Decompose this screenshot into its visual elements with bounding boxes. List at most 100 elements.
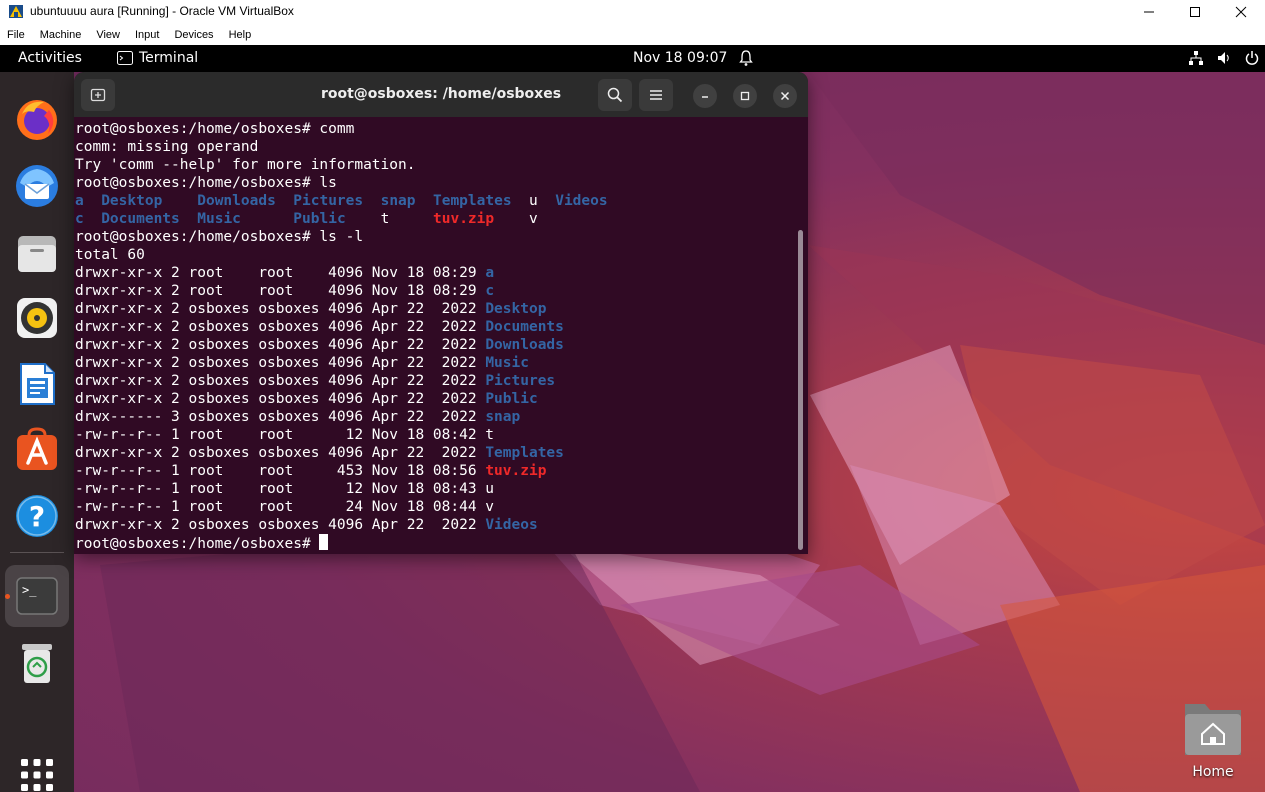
terminal-text: v xyxy=(494,211,538,227)
menu-devices[interactable]: Devices xyxy=(174,29,213,41)
menu-machine[interactable]: Machine xyxy=(40,29,82,41)
directory-name: Desktop xyxy=(101,193,163,209)
terminal-output[interactable]: root@osboxes:/home/osboxes# comm comm: mi… xyxy=(74,117,808,554)
minimize-button[interactable] xyxy=(1126,0,1172,24)
dock-firefox[interactable] xyxy=(13,95,61,143)
terminal-text: drwx------ 3 osboxes osboxes 4096 Apr 22… xyxy=(75,409,486,425)
terminal-text: drwxr-xr-x 2 osboxes osboxes 4096 Apr 22… xyxy=(75,337,486,353)
terminal-text: drwxr-xr-x 2 osboxes osboxes 4096 Apr 22… xyxy=(75,319,486,335)
directory-name: Downloads xyxy=(197,193,276,209)
svg-text:>_: >_ xyxy=(22,583,37,597)
terminal-line: drwx------ 3 osboxes osboxes 4096 Apr 22… xyxy=(75,408,808,426)
terminal-line: drwxr-xr-x 2 osboxes osboxes 4096 Apr 22… xyxy=(75,390,808,408)
terminal-line: comm: missing operand xyxy=(75,138,808,156)
terminal-scrollbar[interactable] xyxy=(798,230,803,550)
terminal-text: -rw-r--r-- 1 root root 12 Nov 18 08:43 u xyxy=(75,481,495,497)
status-area[interactable] xyxy=(1188,50,1260,66)
dock: ? >_ xyxy=(0,72,74,792)
network-icon xyxy=(1189,51,1203,65)
firefox-icon xyxy=(17,100,57,140)
menu-file[interactable]: File xyxy=(7,29,25,41)
terminal-text: comm: missing operand xyxy=(75,139,259,155)
terminal-line: root@osboxes:/home/osboxes# ls -l xyxy=(75,228,808,246)
directory-name: Videos xyxy=(555,193,608,209)
dock-rhythmbox[interactable] xyxy=(13,294,61,342)
terminal-text: -rw-r--r-- 1 root root 453 Nov 18 08:56 xyxy=(75,463,486,479)
terminal-close-button[interactable] xyxy=(773,84,797,108)
terminal-text: drwxr-xr-x 2 osboxes osboxes 4096 Apr 22… xyxy=(75,373,486,389)
desktop-home-folder[interactable]: Home xyxy=(1178,700,1248,780)
terminal-text: u xyxy=(511,193,556,209)
terminal-headerbar[interactable]: root@osboxes: /home/osboxes xyxy=(74,72,808,117)
terminal-line: drwxr-xr-x 2 osboxes osboxes 4096 Apr 22… xyxy=(75,318,808,336)
minimize-icon xyxy=(702,96,708,98)
directory-name: Templates xyxy=(485,445,564,461)
libreoffice-writer-icon xyxy=(20,363,55,405)
dock-files[interactable] xyxy=(13,229,61,277)
search-button[interactable] xyxy=(598,79,632,111)
terminal-line: a Desktop Downloads Pictures snap Templa… xyxy=(75,192,808,210)
new-tab-button[interactable] xyxy=(81,79,115,111)
directory-name: Downloads xyxy=(485,337,564,353)
directory-name: c xyxy=(75,211,84,227)
svg-text:?: ? xyxy=(29,500,45,533)
terminal-icon: >_ xyxy=(16,577,58,615)
close-icon xyxy=(1235,6,1247,18)
dock-terminal[interactable]: >_ xyxy=(13,572,61,620)
notification-bell-icon[interactable] xyxy=(738,49,754,67)
menu-help[interactable]: Help xyxy=(229,29,252,41)
directory-name: a xyxy=(75,193,84,209)
terminal-line: drwxr-xr-x 2 osboxes osboxes 4096 Apr 22… xyxy=(75,336,808,354)
terminal-text: drwxr-xr-x 2 osboxes osboxes 4096 Apr 22… xyxy=(75,355,486,371)
hamburger-menu-button[interactable] xyxy=(639,79,673,111)
directory-name: snap xyxy=(485,409,521,425)
menu-input[interactable]: Input xyxy=(135,29,159,41)
terminal-cursor xyxy=(319,534,329,550)
activities-button[interactable]: Activities xyxy=(18,50,82,66)
directory-name: Pictures xyxy=(485,373,556,389)
window-title: ubuntuuuu aura [Running] - Oracle VM Vir… xyxy=(30,4,294,18)
terminal-line: drwxr-xr-x 2 osboxes osboxes 4096 Apr 22… xyxy=(75,444,808,462)
terminal-line: drwxr-xr-x 2 root root 4096 Nov 18 08:29… xyxy=(75,264,808,282)
hamburger-icon xyxy=(650,90,662,100)
show-apps-icon[interactable] xyxy=(19,757,55,792)
terminal-small-icon xyxy=(117,51,133,65)
dock-thunderbird[interactable] xyxy=(13,162,61,210)
directory-name: Desktop xyxy=(485,301,547,317)
minimize-icon xyxy=(1144,11,1154,13)
guest-screen: Activities Terminal Nov 18 09:07 ? >_ ro… xyxy=(0,45,1265,792)
search-icon xyxy=(607,87,623,103)
terminal-text: drwxr-xr-x 2 osboxes osboxes 4096 Apr 22… xyxy=(75,301,486,317)
dock-help[interactable]: ? xyxy=(13,492,61,540)
terminal-minimize-button[interactable] xyxy=(693,84,717,108)
terminal-line: root@osboxes:/home/osboxes# ls xyxy=(75,174,808,192)
terminal-line: drwxr-xr-x 2 osboxes osboxes 4096 Apr 22… xyxy=(75,354,808,372)
virtualbox-icon xyxy=(9,5,23,18)
terminal-maximize-button[interactable] xyxy=(733,84,757,108)
dock-libreoffice-writer[interactable] xyxy=(13,360,61,408)
terminal-window: root@osboxes: /home/osboxes root@osboxes… xyxy=(74,72,808,554)
app-menu[interactable]: Terminal xyxy=(117,50,198,66)
terminal-text: root@osboxes:/home/osboxes# comm xyxy=(75,121,355,137)
maximize-button[interactable] xyxy=(1172,0,1218,24)
vbox-titlebar: ubuntuuuu aura [Running] - Oracle VM Vir… xyxy=(0,0,1265,24)
terminal-text: -rw-r--r-- 1 root root 24 Nov 18 08:44 v xyxy=(75,499,495,515)
power-icon xyxy=(1245,51,1259,65)
clock[interactable]: Nov 18 09:07 xyxy=(633,50,727,66)
dock-trash[interactable] xyxy=(13,639,61,687)
trash-icon xyxy=(22,644,52,683)
directory-name: Videos xyxy=(485,517,538,533)
menu-view[interactable]: View xyxy=(96,29,120,41)
dock-app-center[interactable] xyxy=(13,426,61,474)
close-button[interactable] xyxy=(1218,0,1264,24)
directory-name: Documents xyxy=(101,211,180,227)
directory-name: Pictures xyxy=(293,193,364,209)
terminal-text: -rw-r--r-- 1 root root 12 Nov 18 08:42 t xyxy=(75,427,495,443)
home-folder-label: Home xyxy=(1192,764,1234,780)
close-icon xyxy=(780,91,790,101)
app-name: Terminal xyxy=(139,50,199,66)
directory-name: Templates xyxy=(432,193,512,209)
terminal-line: root@osboxes:/home/osboxes# comm xyxy=(75,120,808,138)
